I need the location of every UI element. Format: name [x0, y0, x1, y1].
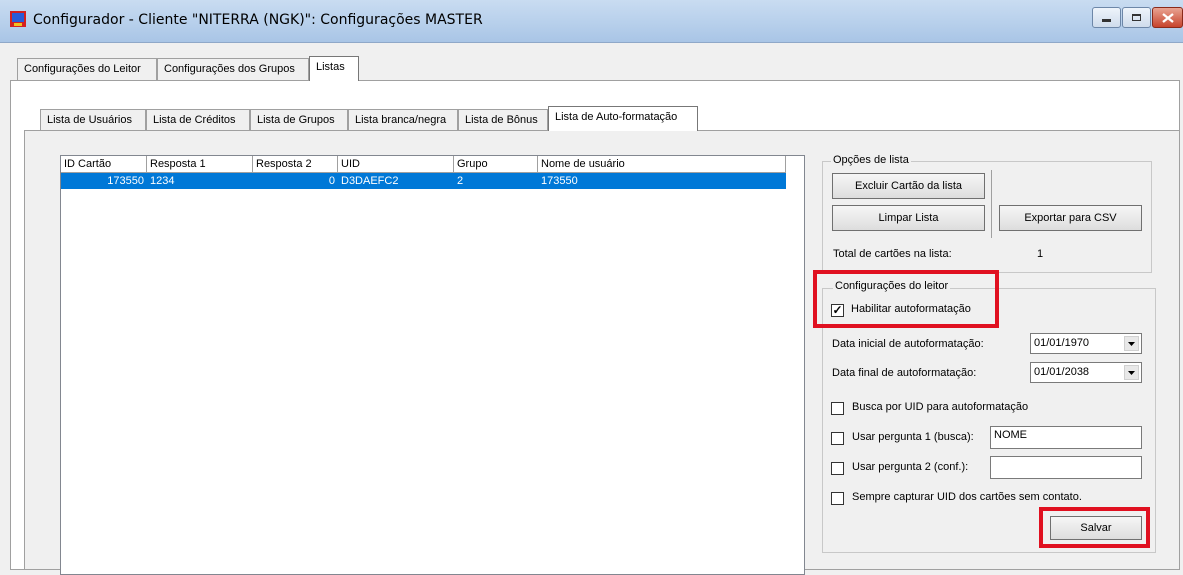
tab-label: Lista branca/negra: [355, 114, 447, 126]
minimize-button[interactable]: [1092, 7, 1121, 28]
chevron-down-icon[interactable]: [1124, 365, 1139, 380]
column-header[interactable]: Grupo: [454, 156, 538, 173]
use-question1-checkbox[interactable]: [831, 432, 844, 445]
tab-configuracoes-grupos[interactable]: Configurações dos Grupos: [157, 58, 309, 80]
options-separator: [991, 170, 992, 238]
end-date-picker[interactable]: 01/01/2038: [1030, 362, 1142, 383]
close-button[interactable]: [1152, 7, 1183, 28]
highlight-reader-settings: [813, 270, 999, 328]
subtab-lista-creditos[interactable]: Lista de Créditos: [146, 109, 250, 131]
use-question2-label: Usar pergunta 2 (conf.):: [852, 461, 969, 473]
clear-list-button[interactable]: Limpar Lista: [832, 205, 985, 231]
list-header: ID Cartão Resposta 1 Resposta 2 UID Grup…: [61, 156, 786, 173]
subtab-lista-branca-negra[interactable]: Lista branca/negra: [348, 109, 458, 131]
highlight-save-button: [1039, 507, 1150, 548]
window-title: Configurador - Cliente "NITERRA (NGK)": …: [33, 12, 483, 28]
subtab-lista-grupos[interactable]: Lista de Grupos: [250, 109, 348, 131]
tab-label: Lista de Bônus: [465, 114, 538, 126]
question1-input[interactable]: NOME: [990, 426, 1142, 449]
cell-resposta1: 1234: [150, 175, 175, 187]
use-question2-checkbox[interactable]: [831, 462, 844, 475]
app-icon: [10, 11, 26, 27]
total-cards-value: 1: [1037, 248, 1044, 260]
total-cards-label: Total de cartões na lista:: [833, 248, 952, 260]
column-header[interactable]: Resposta 1: [147, 156, 253, 173]
remove-card-button[interactable]: Excluir Cartão da lista: [832, 173, 985, 199]
tab-label: Configurações dos Grupos: [164, 63, 295, 75]
title-bar: Configurador - Cliente "NITERRA (NGK)": …: [0, 0, 1183, 43]
end-date-label: Data final de autoformatação:: [832, 367, 977, 379]
subtab-lista-bonus[interactable]: Lista de Bônus: [458, 109, 548, 131]
start-date-label: Data inicial de autoformatação:: [832, 338, 984, 350]
cell-uid: D3DAEFC2: [341, 175, 399, 187]
tab-listas[interactable]: Listas: [309, 56, 359, 81]
cards-list-view[interactable]: ID Cartão Resposta 1 Resposta 2 UID Grup…: [60, 155, 805, 575]
search-by-uid-label: Busca por UID para autoformatação: [852, 401, 1029, 413]
always-capture-uid-label: Sempre capturar UID dos cartões sem cont…: [852, 491, 1082, 503]
start-date-picker[interactable]: 01/01/1970: [1030, 333, 1142, 354]
maximize-button[interactable]: [1122, 7, 1151, 28]
tab-label: Configurações do Leitor: [24, 63, 141, 75]
maximize-icon: [1132, 14, 1141, 21]
question2-input[interactable]: [990, 456, 1142, 479]
tab-label: Lista de Auto-formatação: [555, 111, 678, 123]
export-csv-button[interactable]: Exportar para CSV: [999, 205, 1142, 231]
column-header[interactable]: Resposta 2: [253, 156, 338, 173]
tab-label: Listas: [316, 61, 345, 73]
chevron-down-icon[interactable]: [1124, 336, 1139, 351]
tab-label: Lista de Grupos: [257, 114, 335, 126]
tab-configuracoes-leitor[interactable]: Configurações do Leitor: [17, 58, 157, 80]
start-date-value: 01/01/1970: [1034, 337, 1090, 349]
end-date-value: 01/01/2038: [1034, 366, 1090, 378]
tab-label: Lista de Usuários: [47, 114, 132, 126]
list-options-title: Opções de lista: [831, 154, 911, 167]
subtab-lista-auto-formatacao[interactable]: Lista de Auto-formatação: [548, 106, 698, 131]
next-group-title-partial: [833, 555, 837, 563]
cell-nome: 173550: [541, 175, 578, 187]
column-header[interactable]: UID: [338, 156, 454, 173]
search-by-uid-checkbox[interactable]: [831, 402, 844, 415]
table-row[interactable]: 173550 1234 0 D3DAEFC2 2 173550: [61, 173, 786, 189]
column-header[interactable]: ID Cartão: [61, 156, 147, 173]
use-question1-label: Usar pergunta 1 (busca):: [852, 431, 974, 443]
subtab-lista-usuarios[interactable]: Lista de Usuários: [40, 109, 146, 131]
tab-label: Lista de Créditos: [153, 114, 236, 126]
minimize-icon: [1102, 19, 1111, 22]
cell-resposta2: 0: [328, 175, 335, 187]
always-capture-uid-checkbox[interactable]: [831, 492, 844, 505]
close-icon: [1161, 12, 1174, 23]
cell-id-cartao: 173550: [107, 175, 144, 187]
cell-grupo: 2: [457, 175, 464, 187]
column-header[interactable]: Nome de usuário: [538, 156, 786, 173]
